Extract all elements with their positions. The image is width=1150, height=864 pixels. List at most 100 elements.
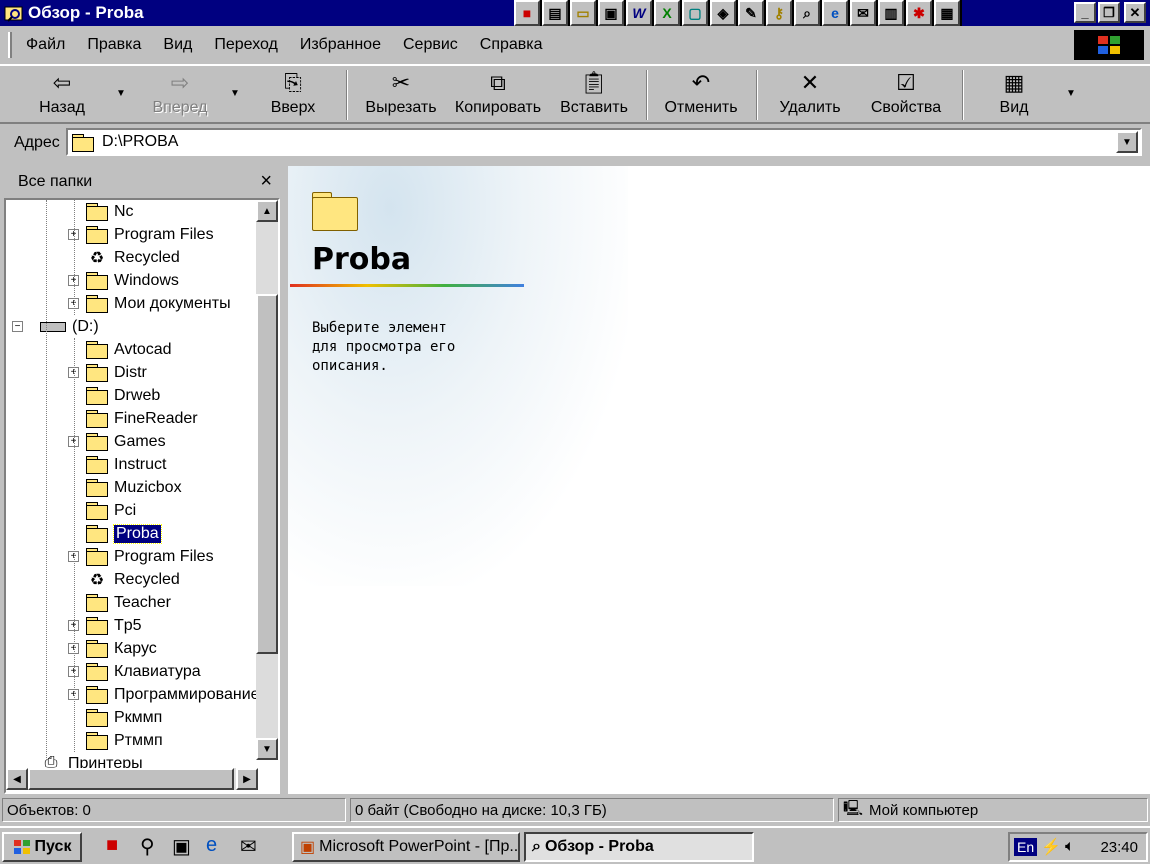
game-icon[interactable]: ✱ xyxy=(906,0,932,26)
copy-button[interactable]: ⧉ Копировать xyxy=(452,68,544,122)
clock[interactable]: 23:40 xyxy=(1100,839,1138,856)
view-dropdown-icon[interactable]: ▼ xyxy=(1066,88,1076,99)
explorer-icon[interactable]: ▣ xyxy=(598,0,624,26)
close-icon[interactable]: ✕ xyxy=(1124,2,1146,23)
scrollbar-thumb[interactable] xyxy=(28,768,234,790)
task-powerpoint[interactable]: ▣ Microsoft PowerPoint - [Пр... xyxy=(292,832,520,862)
menu-help[interactable]: Справка xyxy=(480,36,543,54)
menu-view[interactable]: Вид xyxy=(163,36,192,54)
status-size: 0 байт (Свободно на диске: 10,3 ГБ) xyxy=(350,798,834,822)
network-icon[interactable]: ◈ xyxy=(710,0,736,26)
outlook-icon[interactable]: ✉ xyxy=(240,834,257,859)
tree-item[interactable]: Pci xyxy=(86,499,136,522)
office-icon[interactable]: ■ xyxy=(514,0,540,26)
scrollbar-thumb[interactable] xyxy=(256,294,278,654)
tree-item[interactable]: + Клавиатура xyxy=(68,660,201,683)
tree-item[interactable]: Instruct xyxy=(86,453,166,476)
tree-item[interactable]: + Program Files xyxy=(68,545,214,568)
tree-item[interactable]: + Программирование xyxy=(68,683,260,706)
tree-item[interactable]: ♻ Recycled xyxy=(86,568,180,591)
vertical-scrollbar[interactable]: ▲ ▼ xyxy=(256,200,278,760)
forward-button[interactable]: ⇨ Вперед xyxy=(140,68,220,122)
tree-item[interactable]: Proba xyxy=(86,522,162,545)
cut-button[interactable]: ✂ Вырезать xyxy=(360,68,442,122)
tree-item[interactable]: Avtocad xyxy=(86,338,172,361)
desktop-icon[interactable]: ▣ xyxy=(172,834,191,859)
back-button[interactable]: ⇦ Назад xyxy=(24,68,100,122)
tree-item[interactable]: FineReader xyxy=(86,407,198,430)
task-explorer[interactable]: ⌕ Обзор - Proba xyxy=(524,832,754,862)
scroll-up-icon[interactable]: ▲ xyxy=(256,200,278,222)
menu-edit[interactable]: Правка xyxy=(87,36,141,54)
properties-button[interactable]: ☑ Свойства xyxy=(864,68,948,122)
horizontal-scrollbar[interactable]: ◀ ▶ xyxy=(6,768,258,790)
address-input[interactable]: D:\PROBA ▼ xyxy=(66,128,1142,156)
tree-item-label: Tp5 xyxy=(114,616,142,634)
restore-icon[interactable]: ❐ xyxy=(1098,2,1120,23)
scroll-left-icon[interactable]: ◀ xyxy=(6,768,28,790)
ie-icon[interactable]: e xyxy=(822,0,848,26)
tree-item[interactable]: + Tp5 xyxy=(68,614,142,637)
menu-tools[interactable]: Сервис xyxy=(403,36,458,54)
folder-pane-header: Все папки × xyxy=(2,166,282,198)
tree-item[interactable]: + Мои документы xyxy=(68,292,231,315)
view-button[interactable]: ▦ Вид xyxy=(980,68,1048,122)
tree-item[interactable]: + Distr xyxy=(68,361,147,384)
folder-content-pane[interactable]: Proba Выберите элемент для просмотра его… xyxy=(288,166,1150,794)
outlook-icon[interactable]: ✉ xyxy=(850,0,876,26)
folder-icon xyxy=(86,479,108,497)
collapse-icon[interactable]: − xyxy=(12,321,23,332)
back-dropdown-icon[interactable]: ▼ xyxy=(116,88,126,99)
tree-item[interactable]: + Карус xyxy=(68,637,157,660)
address-dropdown-icon[interactable]: ▼ xyxy=(1116,131,1138,153)
scroll-right-icon[interactable]: ▶ xyxy=(236,768,258,790)
paste-button[interactable]: 📋︎ Вставить xyxy=(556,68,632,122)
folder-icon xyxy=(86,410,108,428)
find-icon[interactable]: ⌕ xyxy=(794,0,820,26)
forward-dropdown-icon[interactable]: ▼ xyxy=(230,88,240,99)
tree-item[interactable]: + Program Files xyxy=(68,223,214,246)
computer-icon: 🖳︎ xyxy=(843,799,864,817)
minimize-icon[interactable]: _ xyxy=(1074,2,1096,23)
tree-item[interactable]: Ркммп xyxy=(86,706,162,729)
speaker-icon[interactable]: 🔈︎ xyxy=(1065,838,1075,856)
tree-item[interactable]: Drweb xyxy=(86,384,160,407)
tree-item[interactable]: − (D:) xyxy=(12,315,99,338)
network-icon[interactable]: ⚡ xyxy=(1041,837,1061,857)
address-value: D:\PROBA xyxy=(102,133,179,150)
tree-item[interactable]: + Games xyxy=(68,430,166,453)
delete-button[interactable]: ✕ Удалить xyxy=(772,68,848,122)
word-icon[interactable]: W xyxy=(626,0,652,26)
close-icon[interactable]: × xyxy=(260,170,272,193)
paint-icon[interactable]: ✎ xyxy=(738,0,764,26)
tree-item[interactable]: ♻ Recycled xyxy=(86,246,180,269)
tree-item[interactable]: Nc xyxy=(86,200,134,223)
language-indicator[interactable]: En xyxy=(1014,838,1038,856)
key-icon[interactable]: ⚷ xyxy=(766,0,792,26)
up-button[interactable]: ⎘ Вверх xyxy=(260,68,326,122)
tree-item[interactable]: Teacher xyxy=(86,591,171,614)
explorer-app-icon[interactable] xyxy=(4,4,24,22)
tree-item[interactable]: + Windows xyxy=(68,269,179,292)
office-icon[interactable]: ■ xyxy=(106,834,118,857)
menu-go[interactable]: Переход xyxy=(214,36,278,54)
scroll-down-icon[interactable]: ▼ xyxy=(256,738,278,760)
tree-item[interactable]: Muzicbox xyxy=(86,476,182,499)
open-folder-icon[interactable]: ▭ xyxy=(570,0,596,26)
menu-favorites[interactable]: Избранное xyxy=(300,36,381,54)
menu-file[interactable]: Файл xyxy=(26,36,65,54)
status-location-panel: 🖳︎ Мой компьютер xyxy=(838,798,1148,822)
notepad-icon[interactable]: ▤ xyxy=(542,0,568,26)
display-icon[interactable]: ▢ xyxy=(682,0,708,26)
tree-item[interactable]: Ртммп xyxy=(86,729,163,752)
undo-button[interactable]: ↶ Отменить xyxy=(660,68,742,122)
menu-grip[interactable] xyxy=(8,32,12,58)
screen-icon[interactable]: ▥ xyxy=(878,0,904,26)
start-button[interactable]: Пуск xyxy=(2,832,82,862)
excel-icon[interactable]: X xyxy=(654,0,680,26)
control-icon[interactable]: ▦ xyxy=(934,0,960,26)
channel-icon[interactable]: ⚲ xyxy=(140,834,155,859)
status-location: Мой компьютер xyxy=(869,801,979,819)
ie-icon[interactable]: e xyxy=(206,834,217,857)
address-label: Адрес xyxy=(14,134,60,151)
